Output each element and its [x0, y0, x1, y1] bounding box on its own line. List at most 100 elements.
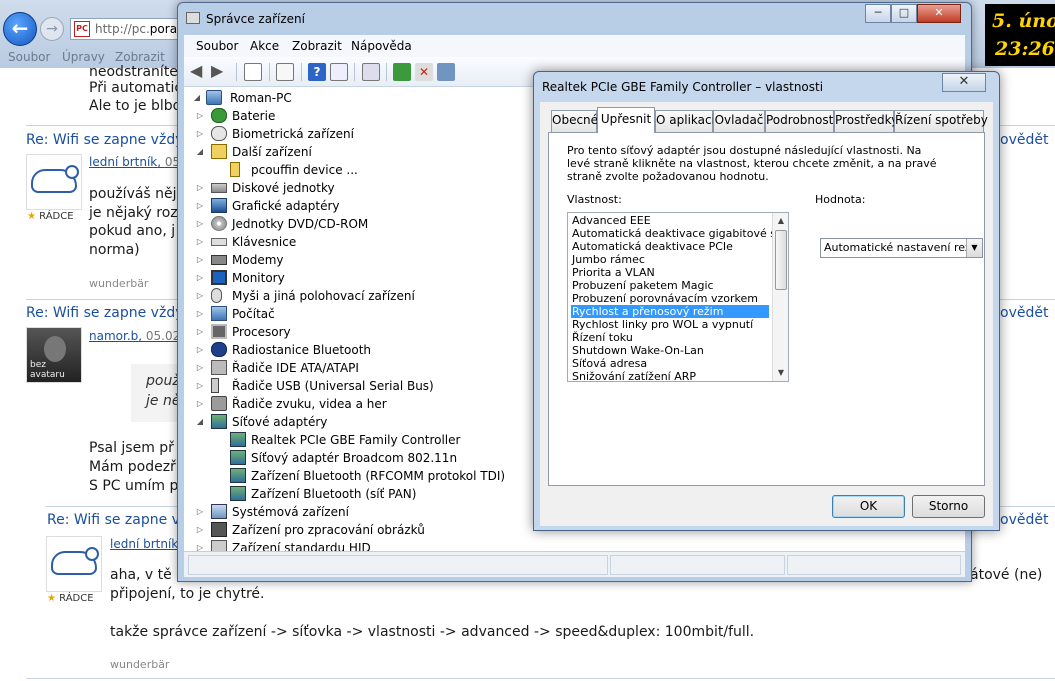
menu-zobrazit[interactable]: Zobrazit [292, 39, 342, 53]
user-avatar[interactable] [46, 536, 102, 592]
tab-o-aplikaci[interactable]: O aplikaci [655, 110, 715, 132]
property-item[interactable]: Shutdown Wake-On-Lan [571, 344, 769, 357]
cancel-button[interactable]: Storno [912, 495, 985, 518]
property-listbox[interactable]: Advanced EEE Automatická deaktivace gigab… [567, 212, 789, 382]
value-label: Hodnota: [815, 193, 866, 206]
property-item[interactable]: Priorita a VLAN [571, 266, 769, 279]
description-line: straně zvolte požadovanou hodnotu. [567, 170, 769, 183]
collapsed-arrow-icon[interactable]: ▷ [195, 255, 205, 264]
tab-prostredky[interactable]: Prostředky [834, 110, 898, 132]
collapsed-arrow-icon[interactable]: ▷ [195, 525, 205, 534]
reply-link[interactable]: ovědět [1000, 512, 1048, 528]
collapsed-arrow-icon[interactable]: ▷ [195, 237, 205, 246]
post-author-link[interactable]: namor.b, 05.02 [89, 329, 180, 343]
collapsed-arrow-icon[interactable]: ▷ [195, 327, 205, 336]
help-icon[interactable]: ? [308, 63, 326, 81]
user-avatar[interactable]: bez avataru [26, 327, 82, 383]
minimize-button[interactable]: ─ [865, 4, 891, 23]
sound-icon [211, 396, 227, 411]
collapsed-arrow-icon[interactable]: ▷ [195, 507, 205, 516]
polar-bear-icon [31, 165, 79, 193]
collapsed-arrow-icon[interactable]: ▷ [195, 273, 205, 282]
property-item[interactable]: Snižování zatížení ARP [571, 370, 769, 381]
status-cell [787, 555, 961, 575]
post-title-link[interactable]: Re: Wifi se zapne v [47, 512, 180, 528]
chevron-down-icon[interactable]: ▼ [966, 239, 982, 257]
post-author-link[interactable]: lední brtník [110, 537, 178, 551]
property-item-selected[interactable]: Rychlost a přenosový režim [571, 305, 769, 318]
expanded-arrow-icon[interactable]: ◢ [195, 417, 205, 426]
site-favicon-icon: PC [74, 21, 90, 37]
collapsed-arrow-icon[interactable]: ▷ [195, 399, 205, 408]
ok-button[interactable]: OK [832, 495, 905, 518]
device-manager-titlebar[interactable]: Správce zařízení ─ □ ✕ [178, 3, 971, 33]
property-list-scrollbar[interactable]: ▲ ▼ [772, 213, 788, 381]
collapsed-arrow-icon[interactable]: ▷ [195, 543, 205, 551]
value-dropdown[interactable]: Automatické nastavení režimu ▼ [820, 238, 983, 258]
action-pane-icon[interactable] [330, 63, 348, 81]
properties-icon[interactable] [276, 63, 294, 81]
menu-napoveda[interactable]: Nápověda [351, 39, 412, 53]
forward-arrow-icon[interactable]: ▶ [211, 63, 229, 81]
tab-obecne[interactable]: Obecné [551, 110, 598, 132]
back-arrow-icon[interactable]: ◀ [190, 63, 208, 81]
display-adapter-icon [211, 198, 227, 213]
date-text: 5. únor [992, 10, 1055, 32]
collapsed-arrow-icon[interactable]: ▷ [195, 291, 205, 300]
user-avatar[interactable] [26, 154, 82, 210]
property-item[interactable]: Řízení toku [571, 331, 769, 344]
menu-soubor[interactable]: Soubor [196, 39, 238, 53]
collapsed-arrow-icon[interactable]: ▷ [195, 201, 205, 210]
collapsed-arrow-icon[interactable]: ▷ [195, 219, 205, 228]
tab-ovladac[interactable]: Ovladač [713, 110, 765, 132]
property-item[interactable]: Probuzení porovnávacím vzorkem [571, 292, 769, 305]
dialog-close-button[interactable]: ✕ [942, 73, 986, 92]
collapsed-arrow-icon[interactable]: ▷ [195, 363, 205, 372]
scroll-up-arrow-icon[interactable]: ▲ [773, 213, 788, 229]
menu-akce[interactable]: Akce [250, 39, 279, 53]
console-tree-icon[interactable] [244, 63, 262, 81]
property-item[interactable]: Automatická deaktivace PCIe [571, 240, 769, 253]
browser-address-bar[interactable]: PC http://pc.poradn [70, 18, 190, 40]
tree-item-label: Procesory [232, 325, 291, 339]
tree-item-label: Klávesnice [232, 235, 297, 249]
disable-device-icon[interactable] [437, 63, 455, 81]
property-item[interactable]: Automatická deaktivace gigabitové sítě [571, 227, 788, 240]
tab-rizeni-spotreby[interactable]: Řízení spotřeby [894, 110, 988, 132]
property-item[interactable]: Rychlost linky pro WOL a vypnutí [571, 318, 769, 331]
collapsed-arrow-icon[interactable]: ▷ [195, 183, 205, 192]
reply-link[interactable]: ovědět [1000, 305, 1048, 321]
scroll-down-arrow-icon[interactable]: ▼ [773, 365, 788, 381]
collapsed-arrow-icon[interactable]: ▷ [195, 129, 205, 138]
collapsed-arrow-icon[interactable]: ▷ [195, 345, 205, 354]
collapsed-arrow-icon[interactable]: ▷ [195, 309, 205, 318]
scrollbar-thumb[interactable] [775, 230, 787, 290]
scan-hardware-icon[interactable] [362, 63, 380, 81]
quote-text-line: použ [146, 373, 180, 389]
tab-podrobnosti[interactable]: Podrobnosti [765, 110, 837, 132]
update-driver-icon[interactable] [393, 63, 411, 81]
browser-menu-soubor[interactable]: Soubor [8, 50, 50, 64]
property-item[interactable]: Advanced EEE [571, 214, 769, 227]
uninstall-icon[interactable]: ✕ [415, 63, 433, 81]
close-button[interactable]: ✕ [917, 4, 961, 23]
tab-upresnit[interactable]: Upřesnit [597, 107, 655, 133]
property-item[interactable]: Probuzení paketem Magic [571, 279, 769, 292]
maximize-button[interactable]: □ [891, 4, 917, 23]
post-title-link[interactable]: Re: Wifi se zapne vždy [26, 132, 184, 148]
browser-forward-button[interactable]: → [40, 17, 64, 41]
reply-link[interactable]: ovědět [1000, 132, 1048, 148]
collapsed-arrow-icon[interactable]: ▷ [195, 381, 205, 390]
author-name: namor.b [89, 329, 139, 343]
property-item[interactable]: Síťová adresa [571, 357, 769, 370]
network-adapter-icon [230, 468, 246, 483]
expanded-arrow-icon[interactable]: ◢ [195, 147, 205, 156]
post-title-link[interactable]: Re: Wifi se zapne vždy [26, 305, 184, 321]
collapsed-arrow-icon[interactable]: ▷ [195, 111, 205, 120]
browser-menu-upravy[interactable]: Úpravy [62, 50, 105, 64]
property-item[interactable]: Jumbo rámec [571, 253, 769, 266]
browser-back-button[interactable]: ← [3, 12, 37, 46]
expanded-arrow-icon[interactable]: ◢ [192, 93, 202, 102]
browser-menu-zobrazit[interactable]: Zobrazit [115, 50, 165, 64]
tree-item-label: Zařízení Bluetooth (síť PAN) [251, 487, 417, 501]
